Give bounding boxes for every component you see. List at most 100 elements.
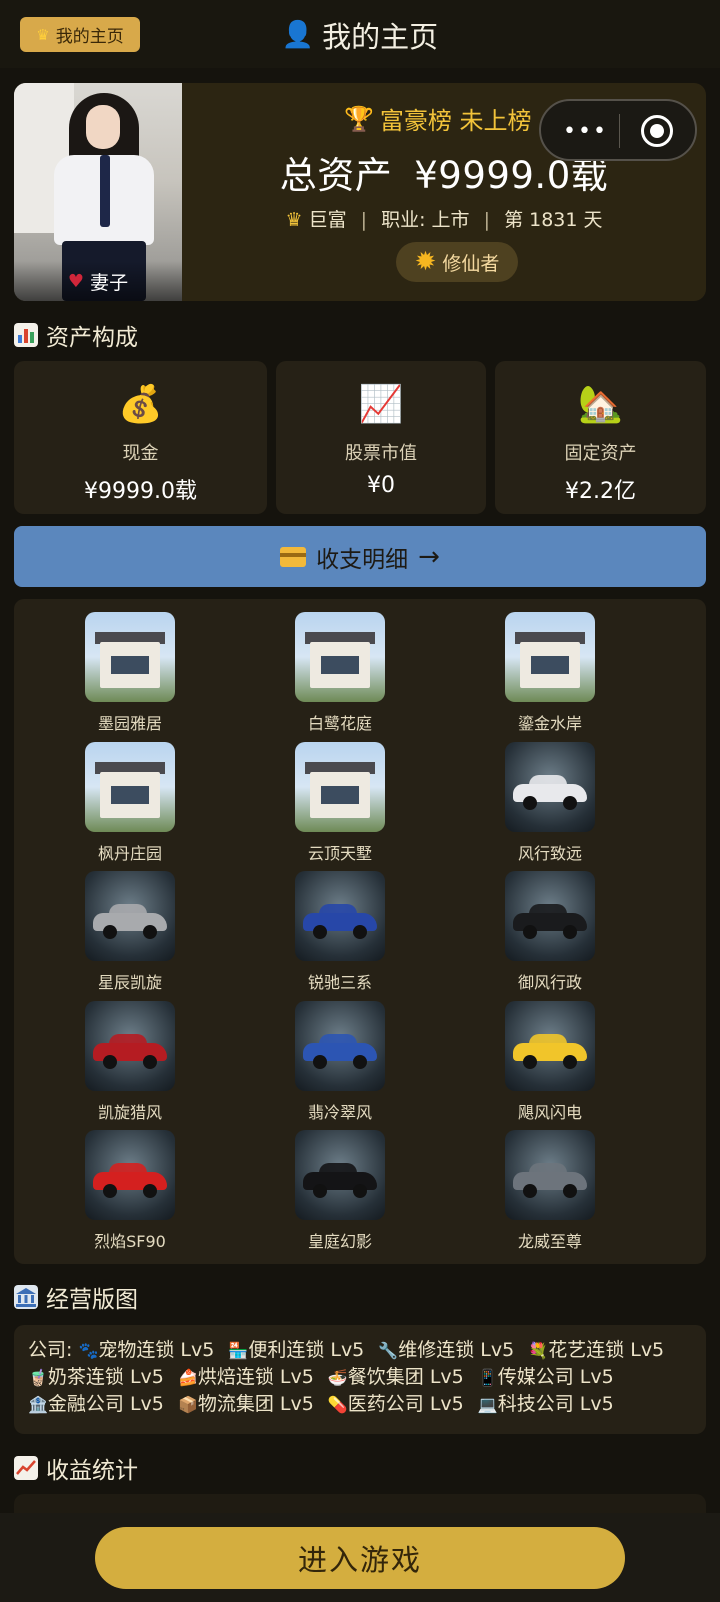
property-item[interactable]: 墨园雅居 — [50, 612, 210, 734]
company-text: 便利连锁 Lv5 — [248, 1339, 365, 1361]
property-item[interactable]: 锐驰三系 — [260, 871, 420, 993]
bank-icon — [14, 1285, 38, 1309]
asset-card-fixed[interactable]: 🏡 固定资产 ¥2.2亿 — [495, 361, 706, 514]
property-name: 烈焰SF90 — [94, 1232, 166, 1251]
close-target-icon[interactable] — [641, 115, 673, 147]
property-item[interactable]: 烈焰SF90 — [50, 1130, 210, 1252]
more-icon[interactable]: ••• — [563, 119, 608, 144]
car-thumbnail — [85, 871, 175, 961]
title-badge-text: 修仙者 — [442, 252, 500, 275]
footer-bar: 进入游戏 — [0, 1513, 720, 1602]
property-name: 凯旋猎风 — [97, 1103, 162, 1122]
company-icon: 💻 — [477, 1395, 498, 1414]
rich-rank[interactable]: 🏆 富豪榜 未上榜 — [344, 101, 532, 136]
property-name: 龙威至尊 — [517, 1232, 582, 1251]
house-thumbnail — [295, 742, 385, 832]
income-detail-button[interactable]: 收支明细 → — [14, 526, 706, 587]
car-thumbnail — [505, 1001, 595, 1091]
company-item: 🏦金融公司 Lv5 — [28, 1393, 164, 1415]
company-item: 📦物流集团 Lv5 — [178, 1393, 314, 1415]
company-text: 花艺连锁 Lv5 — [548, 1339, 665, 1361]
car-thumbnail — [85, 1130, 175, 1220]
money-bag-icon: 💰 — [118, 384, 163, 425]
car-thumbnail — [505, 1130, 595, 1220]
trend-chart-icon — [14, 1456, 38, 1480]
asset-label: 现金 — [122, 443, 159, 464]
property-name: 飓风闪电 — [517, 1103, 582, 1122]
income-detail-label: 收支明细 — [316, 546, 409, 573]
company-icon: 🏦 — [28, 1395, 48, 1414]
company-prefix: 公司: — [28, 1339, 73, 1361]
day-counter: 第 1831 天 — [504, 209, 603, 231]
property-item[interactable]: 翡冷翠风 — [260, 1001, 420, 1123]
property-item[interactable]: 飓风闪电 — [470, 1001, 630, 1123]
asset-label: 固定资产 — [564, 443, 637, 464]
arrow-right-icon: → — [418, 541, 440, 572]
page-title-text: 我的主页 — [322, 20, 439, 54]
company-item: 🔧维修连锁 Lv5 — [378, 1339, 514, 1361]
enter-game-button[interactable]: 进入游戏 — [95, 1527, 625, 1589]
stock-chart-icon: 📈 — [358, 384, 404, 425]
stats-heading-text: 收益统计 — [46, 1458, 138, 1484]
asset-value: ¥0 — [367, 473, 395, 498]
property-name: 皇庭幻影 — [307, 1232, 372, 1251]
property-item[interactable]: 风行致远 — [470, 742, 630, 864]
property-name: 星辰凯旋 — [97, 973, 162, 992]
property-item[interactable]: 凯旋猎风 — [50, 1001, 210, 1123]
car-thumbnail — [505, 742, 595, 832]
company-icon: 💊 — [327, 1395, 348, 1414]
property-item[interactable]: 龙威至尊 — [470, 1130, 630, 1252]
assets-heading-text: 资产构成 — [46, 325, 138, 351]
page-title: 👤 我的主页 — [0, 14, 720, 56]
sun-icon: ✹ — [414, 247, 437, 277]
property-item[interactable]: 云顶天墅 — [260, 742, 420, 864]
company-text: 奶茶连锁 Lv5 — [47, 1366, 164, 1388]
car-thumbnail — [295, 1001, 385, 1091]
business-heading-text: 经营版图 — [46, 1287, 138, 1313]
property-item[interactable]: 枫丹庄园 — [50, 742, 210, 864]
property-item[interactable]: 御风行政 — [470, 871, 630, 993]
property-item[interactable]: 星辰凯旋 — [50, 871, 210, 993]
business-panel: 公司: 🐾宠物连锁 Lv5 🏪便利连锁 Lv5 🔧维修连锁 Lv5 💐花艺连锁 … — [14, 1325, 706, 1434]
property-name: 鎏金水岸 — [517, 714, 582, 733]
company-item: 💊医药公司 Lv5 — [328, 1393, 464, 1415]
company-text: 科技公司 Lv5 — [497, 1393, 614, 1415]
wife-avatar[interactable]: ♥ 妻子 — [14, 83, 182, 301]
car-thumbnail — [295, 871, 385, 961]
property-grid: 墨园雅居 白鹭花庭 鎏金水岸枫丹庄园 云顶天墅 风行致远星辰凯旋 锐驰三系 御风行政凯旋猎风… — [14, 599, 706, 1264]
company-item: 🍜餐饮集团 Lv5 — [328, 1366, 464, 1388]
top-header: ♛ 我的主页 👤 我的主页 — [0, 0, 720, 68]
company-item: 💻科技公司 Lv5 — [478, 1393, 614, 1415]
stats-heading: 收益统计 — [14, 1451, 138, 1485]
person-icon: 👤 — [281, 20, 315, 50]
company-item: 💐花艺连锁 Lv5 — [528, 1339, 664, 1361]
property-item[interactable]: 鎏金水岸 — [470, 612, 630, 734]
credit-card-icon — [280, 546, 307, 567]
avatar-face — [86, 105, 120, 149]
title-badge[interactable]: ✹ 修仙者 — [396, 242, 518, 282]
capsule-menu: ••• — [539, 99, 697, 161]
business-heading: 经营版图 — [14, 1280, 138, 1314]
property-name: 风行致远 — [517, 844, 582, 863]
house-thumbnail — [85, 612, 175, 702]
asset-card-stock[interactable]: 📈 股票市值 ¥0 — [276, 361, 486, 514]
company-text: 宠物连锁 Lv5 — [98, 1339, 215, 1361]
property-name: 枫丹庄园 — [97, 844, 162, 863]
property-name: 云顶天墅 — [307, 844, 372, 863]
trophy-icon: 🏆 — [344, 104, 374, 133]
assets-heading: 资产构成 — [14, 318, 138, 352]
property-item[interactable]: 白鹭花庭 — [260, 612, 420, 734]
property-item[interactable]: 皇庭幻影 — [260, 1130, 420, 1252]
property-name: 御风行政 — [517, 973, 582, 992]
avatar-tie — [100, 155, 110, 227]
bar-chart-icon — [14, 323, 38, 347]
car-thumbnail — [295, 1130, 385, 1220]
property-name: 翡冷翠风 — [307, 1103, 372, 1122]
company-text: 餐饮集团 Lv5 — [347, 1366, 464, 1388]
company-text: 医药公司 Lv5 — [347, 1393, 464, 1415]
company-text: 烘焙连锁 Lv5 — [197, 1366, 314, 1388]
house-thumbnail — [505, 612, 595, 702]
company-icon: 📱 — [477, 1368, 498, 1387]
asset-card-cash[interactable]: 💰 现金 ¥9999.0载 — [14, 361, 267, 514]
crown-icon: ♛ — [285, 209, 303, 231]
